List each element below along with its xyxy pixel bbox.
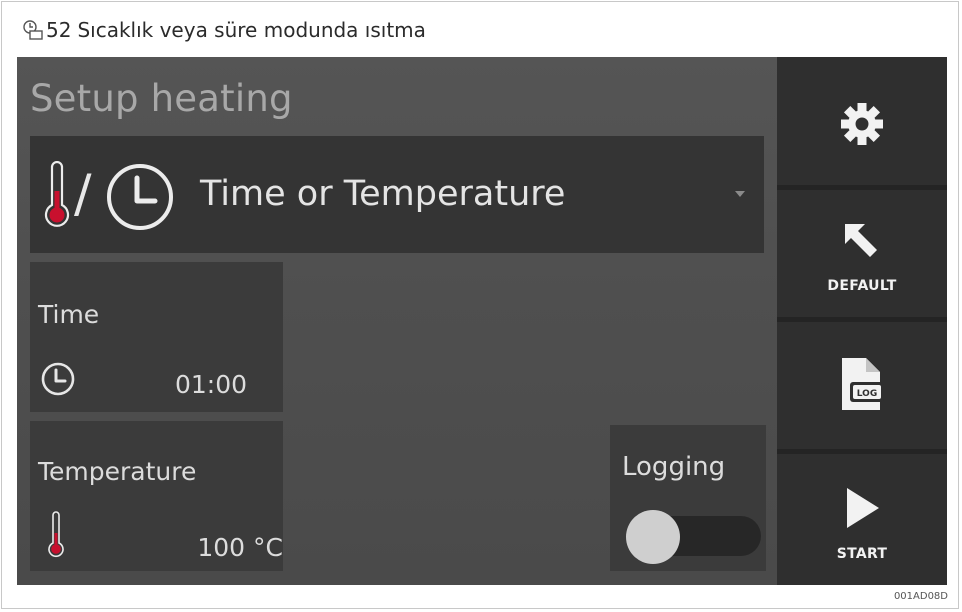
logging-toggle[interactable] bbox=[626, 510, 761, 564]
default-label: DEFAULT bbox=[827, 278, 897, 294]
page-title: Setup heating bbox=[30, 77, 293, 120]
default-button[interactable]: DEFAULT bbox=[777, 190, 947, 317]
settings-button[interactable] bbox=[777, 57, 947, 185]
figure-code: 001AD08D bbox=[893, 591, 948, 602]
mode-separator: / bbox=[74, 164, 92, 224]
figure-caption-text: Sıcaklık veya süre modunda ısıtma bbox=[77, 18, 426, 42]
thermometer-icon bbox=[48, 511, 64, 558]
mode-label: Time or Temperature bbox=[200, 174, 566, 214]
play-icon bbox=[847, 488, 879, 528]
temperature-setting-tile[interactable]: Temperature 100 °C bbox=[30, 421, 283, 571]
dropdown-caret-icon bbox=[735, 191, 745, 197]
toggle-knob bbox=[626, 510, 680, 564]
main-panel: Setup heating / Time or Temperature Time… bbox=[17, 57, 777, 585]
time-value: 01:00 bbox=[174, 370, 247, 399]
log-file-icon: LOG bbox=[842, 358, 884, 410]
time-setting-tile[interactable]: Time 01:00 bbox=[30, 262, 283, 412]
log-button[interactable]: LOG bbox=[777, 322, 947, 449]
gear-icon bbox=[841, 103, 883, 145]
clock-icon bbox=[41, 362, 75, 396]
log-icon-text: LOG bbox=[857, 389, 877, 399]
mode-dropdown[interactable]: / Time or Temperature bbox=[30, 136, 764, 253]
reset-arrow-icon bbox=[845, 224, 877, 257]
sidebar: DEFAULT LOG START bbox=[777, 57, 947, 585]
clock-icon bbox=[107, 164, 173, 230]
time-label: Time bbox=[38, 300, 100, 329]
start-button[interactable]: START bbox=[777, 454, 947, 585]
start-label: START bbox=[836, 546, 888, 562]
figure-number: 52 bbox=[46, 18, 72, 42]
temperature-value: 100 °C bbox=[197, 533, 283, 562]
thermometer-icon bbox=[44, 161, 70, 227]
logging-tile: Logging bbox=[610, 425, 766, 571]
figure-caption: 52 Sıcaklık veya süre modunda ısıtma bbox=[22, 15, 426, 45]
figure-icon bbox=[23, 20, 43, 40]
temperature-label: Temperature bbox=[38, 457, 197, 486]
device-screen: Setup heating / Time or Temperature Time… bbox=[17, 57, 947, 585]
logging-label: Logging bbox=[622, 452, 726, 482]
